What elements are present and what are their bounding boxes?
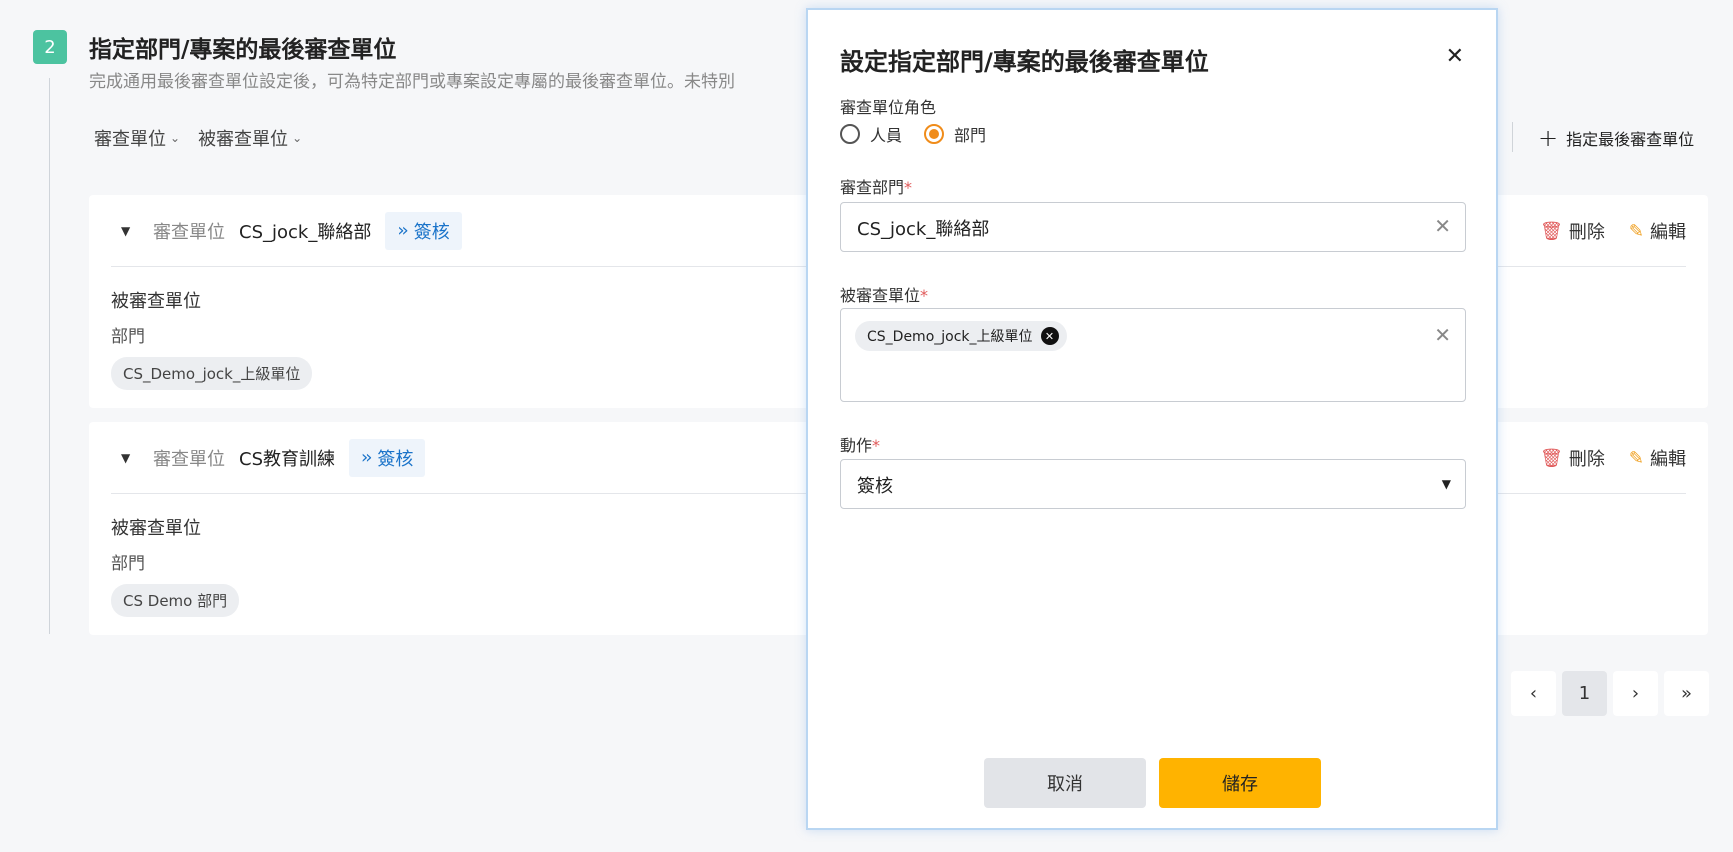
edit-button[interactable]: ✎ 編輯 <box>1629 218 1686 244</box>
action-select[interactable]: 簽核 ▼ <box>840 459 1466 509</box>
reviewed-tag-chip: CS_Demo_jock_上級單位 ✕ <box>855 321 1067 351</box>
delete-button[interactable]: 🗑 刪除 <box>1540 445 1605 471</box>
edit-icon: ✎ <box>1628 220 1644 242</box>
caret-down-icon[interactable]: ▼ <box>111 224 141 238</box>
dept-label-text: 審查部門 <box>840 178 905 197</box>
cancel-button[interactable]: 取消 <box>984 758 1146 808</box>
action-tag-label: 簽核 <box>377 448 414 470</box>
action-label-text: 動作 <box>840 436 873 455</box>
required-mark: * <box>904 178 913 197</box>
reviewed-unit-type: 部門 <box>111 554 145 574</box>
edit-label: 編輯 <box>1650 222 1686 243</box>
action-tag-label: 簽核 <box>413 221 450 243</box>
filter-reviewer-label: 審查單位 <box>94 129 166 150</box>
dept-select-value: CS_jock_聯絡部 <box>857 219 990 240</box>
required-mark: * <box>920 286 929 305</box>
card-reviewer-name: CS_jock_聯絡部 <box>239 221 372 243</box>
double-chevron-right-icon[interactable]: » <box>1664 671 1709 716</box>
chevron-left-icon[interactable]: ‹ <box>1511 671 1556 716</box>
role-label: 審查單位角色 <box>840 98 937 117</box>
reviewed-unit-chip: CS Demo 部門 <box>111 584 240 617</box>
dept-label: 審查部門* <box>840 174 912 198</box>
reviewed-tag-label: CS_Demo_jock_上級單位 <box>867 329 1033 345</box>
clear-icon[interactable]: ✕ <box>1434 323 1451 347</box>
filter-bar: 審查單位 ⌄ 被審查單位 ⌄ <box>94 125 302 151</box>
filter-reviewer-dropdown[interactable]: 審查單位 ⌄ <box>94 125 180 151</box>
card-head-label: 審查單位 <box>153 221 225 243</box>
chevron-right-icon[interactable]: › <box>1613 671 1658 716</box>
timeline-line <box>49 78 50 634</box>
reviewed-unit-label: 被審查單位 <box>111 518 201 539</box>
action-label: 動作* <box>840 432 880 456</box>
filter-reviewed-dropdown[interactable]: 被審查單位 ⌄ <box>198 125 302 151</box>
action-tag: ›› 簽核 <box>385 211 462 250</box>
card-actions: 🗑 刪除 ✎ 編輯 <box>1540 422 1686 494</box>
edit-icon: ✎ <box>1628 447 1644 469</box>
close-icon[interactable]: ✕ <box>1040 327 1059 345</box>
caret-down-icon: ▼ <box>1441 477 1451 491</box>
card-head-label: 審查單位 <box>153 448 225 470</box>
edit-button[interactable]: ✎ 編輯 <box>1629 445 1686 471</box>
edit-label: 編輯 <box>1650 449 1686 470</box>
double-chevron-icon: ›› <box>361 447 373 468</box>
add-final-reviewer-label: 指定最後審查單位 <box>1566 130 1695 149</box>
save-button[interactable]: 儲存 <box>1159 758 1321 808</box>
reviewed-unit-type: 部門 <box>111 327 145 347</box>
reviewed-label: 被審查單位* <box>840 282 928 306</box>
chevron-down-icon: ⌄ <box>170 131 181 145</box>
reviewed-multiselect[interactable]: CS_Demo_jock_上級單位 ✕ ✕ <box>840 308 1466 402</box>
trash-icon: 🗑 <box>1540 447 1563 469</box>
toolbar-divider <box>1512 122 1513 152</box>
delete-label: 刪除 <box>1568 222 1605 243</box>
card-actions: 🗑 刪除 ✎ 編輯 <box>1540 195 1686 267</box>
pagination: ‹ 1 › » <box>1511 671 1709 716</box>
trash-icon: 🗑 <box>1540 220 1563 242</box>
reviewed-unit-label: 被審查單位 <box>111 291 201 312</box>
action-tag: ›› 簽核 <box>349 438 426 477</box>
role-radio-person[interactable]: 人員 <box>840 122 902 146</box>
role-option-department: 部門 <box>954 126 987 145</box>
role-radio-group: 人員 部門 <box>840 122 986 146</box>
delete-label: 刪除 <box>1568 449 1605 470</box>
page-number-button[interactable]: 1 <box>1562 671 1607 716</box>
role-radio-department[interactable]: 部門 <box>924 122 986 146</box>
edit-reviewer-modal: 設定指定部門/專案的最後審查單位 ✕ 審查單位角色 人員 部門 審查部門* CS… <box>806 8 1498 830</box>
clear-icon[interactable]: ✕ <box>1434 214 1451 238</box>
plus-icon: + <box>1538 124 1559 152</box>
modal-title: 設定指定部門/專案的最後審查單位 <box>840 48 1209 76</box>
add-final-reviewer-button[interactable]: + 指定最後審查單位 <box>1538 126 1694 150</box>
reviewed-label-text: 被審查單位 <box>840 286 921 305</box>
caret-down-icon[interactable]: ▼ <box>111 451 141 465</box>
radio-button-selected[interactable] <box>924 124 945 144</box>
reviewed-unit-chip: CS_Demo_jock_上級單位 <box>111 357 313 390</box>
chevron-down-icon: ⌄ <box>292 131 303 145</box>
action-select-value: 簽核 <box>857 476 893 497</box>
dept-select[interactable]: CS_jock_聯絡部 ✕ <box>840 202 1466 252</box>
double-chevron-icon: ›› <box>397 220 409 241</box>
role-option-person: 人員 <box>870 126 903 145</box>
delete-button[interactable]: 🗑 刪除 <box>1540 218 1605 244</box>
close-icon[interactable]: ✕ <box>1446 44 1464 69</box>
filter-reviewed-label: 被審查單位 <box>198 129 289 150</box>
section-description: 完成通用最後審查單位設定後，可為特定部門或專案設定專屬的最後審查單位。未特別 <box>89 72 735 92</box>
section-title: 指定部門/專案的最後審查單位 <box>89 37 397 63</box>
step-number-badge: 2 <box>33 30 67 64</box>
required-mark: * <box>872 436 881 455</box>
radio-button[interactable] <box>840 124 860 144</box>
card-reviewer-name: CS教育訓練 <box>239 448 335 470</box>
